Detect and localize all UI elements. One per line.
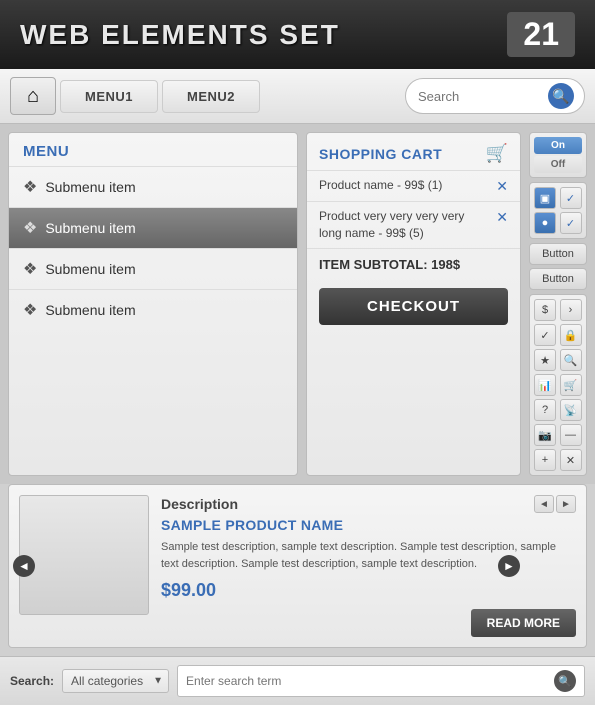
product-name: SAMPLE PRODUCT NAME: [161, 517, 576, 533]
product-desc-label: Description: [161, 496, 238, 512]
icon-chevron-right[interactable]: ›: [560, 299, 582, 321]
home-icon: ⌂: [27, 85, 39, 108]
widget-icons-group: ▣ ✓ ● ✓: [529, 182, 587, 239]
menu-item-label-3: Submenu item: [45, 261, 135, 277]
icon-plus[interactable]: +: [534, 449, 556, 471]
search-go-button[interactable]: 🔍: [554, 670, 576, 692]
menu-bullet-icon: ❖: [23, 177, 37, 197]
cart-item-1: Product name - 99$ (1) ✕: [307, 170, 520, 201]
widget-icon-circle[interactable]: ●: [534, 212, 556, 234]
widget-icon-check1[interactable]: ✓: [560, 187, 582, 209]
product-desc-header: Description ◄ ►: [161, 495, 576, 513]
menu-item-label-2: Submenu item: [45, 220, 135, 236]
toggle-group: On Off: [529, 132, 587, 178]
menu2-nav-item[interactable]: MENU2: [162, 80, 260, 113]
cart-item-2: Product very very very very long name - …: [307, 201, 520, 248]
search-icon[interactable]: 🔍: [548, 83, 574, 109]
cart-icon: 🛒: [486, 143, 508, 164]
button-group: Button Button: [529, 243, 587, 290]
small-button-2[interactable]: Button: [529, 268, 587, 290]
icon-camera[interactable]: 📷: [534, 424, 556, 446]
menu-item-2[interactable]: ❖ Submenu item: [9, 207, 297, 248]
widget-icon-square[interactable]: ▣: [534, 187, 556, 209]
navbar: ⌂ MENU1 MENU2 🔍: [0, 69, 595, 124]
search-bar-bottom: Search: All categories ▼ 🔍: [0, 656, 595, 705]
toggle-off-button[interactable]: Off: [534, 156, 582, 173]
product-price: $99.00: [161, 580, 576, 601]
menu-bullet-icon-2: ❖: [23, 218, 37, 238]
icon-cart[interactable]: 🛒: [560, 374, 582, 396]
header: WEB ELEMENTS SET 21: [0, 0, 595, 69]
product-nav-arrows: ◄ ►: [534, 495, 576, 513]
read-more-button[interactable]: READ MORE: [471, 609, 576, 637]
search-go-icon: 🔍: [558, 675, 572, 688]
icon-search[interactable]: 🔍: [560, 349, 582, 371]
search-bar: 🔍: [405, 78, 585, 114]
header-title: WEB ELEMENTS SET: [20, 19, 340, 51]
cart-item-text-1: Product name - 99$ (1): [319, 177, 490, 194]
menu-item-label-4: Submenu item: [45, 302, 135, 318]
icon-grid-1: $ › ✓ 🔒 ★ 🔍 📊 🛒 ? 📡 📷 — + ✕: [529, 294, 587, 476]
menu-panel: MENU ❖ Submenu item ❖ Submenu item ❖ Sub…: [8, 132, 298, 476]
icon-dollar[interactable]: $: [534, 299, 556, 321]
right-sidebar: On Off ▣ ✓ ● ✓ Button Button $ › ✓ 🔒 ★ 🔍…: [529, 132, 587, 476]
menu-item-4[interactable]: ❖ Submenu item: [9, 289, 297, 330]
menu1-nav-item[interactable]: MENU1: [60, 80, 158, 113]
prev-icon: ◄: [18, 559, 30, 573]
header-number: 21: [507, 12, 575, 57]
menu-bullet-icon-3: ❖: [23, 259, 37, 279]
product-arrow-right[interactable]: ►: [556, 495, 576, 513]
icon-close[interactable]: ✕: [560, 449, 582, 471]
icon-lock[interactable]: 🔒: [560, 324, 582, 346]
category-select-wrapper: All categories ▼: [62, 669, 169, 693]
menu-bullet-icon-4: ❖: [23, 300, 37, 320]
cart-remove-2[interactable]: ✕: [496, 209, 508, 226]
small-button-1[interactable]: Button: [529, 243, 587, 265]
main-content: MENU ❖ Submenu item ❖ Submenu item ❖ Sub…: [0, 124, 595, 484]
icon-minus[interactable]: —: [560, 424, 582, 446]
home-button[interactable]: ⌂: [10, 77, 56, 115]
toggle-on-button[interactable]: On: [534, 137, 582, 154]
cart-panel: SHOPPING CART 🛒 Product name - 99$ (1) ✕…: [306, 132, 521, 476]
cart-subtotal: ITEM SUBTOTAL: 198$: [307, 248, 520, 280]
product-image: [19, 495, 149, 615]
menu-item-3[interactable]: ❖ Submenu item: [9, 248, 297, 289]
product-next-button[interactable]: ►: [498, 555, 520, 577]
checkout-button[interactable]: CHECKOUT: [319, 288, 508, 325]
product-arrow-left[interactable]: ◄: [534, 495, 554, 513]
cart-title: SHOPPING CART: [319, 146, 442, 162]
icon-check[interactable]: ✓: [534, 324, 556, 346]
next-icon: ►: [503, 559, 515, 573]
menu-item-label-1: Submenu item: [45, 179, 135, 195]
search-input[interactable]: [418, 89, 548, 104]
menu-item-1[interactable]: ❖ Submenu item: [9, 166, 297, 207]
icon-question[interactable]: ?: [534, 399, 556, 421]
search-label: Search:: [10, 674, 54, 688]
product-prev-button[interactable]: ◄: [13, 555, 35, 577]
icon-chart[interactable]: 📊: [534, 374, 556, 396]
search-term-input[interactable]: [186, 674, 554, 688]
cart-item-text-2: Product very very very very long name - …: [319, 208, 490, 242]
category-select[interactable]: All categories: [62, 669, 169, 693]
icon-rss[interactable]: 📡: [560, 399, 582, 421]
widget-icon-check2[interactable]: ✓: [560, 212, 582, 234]
search-input-bar: 🔍: [177, 665, 585, 697]
menu-title: MENU: [9, 133, 297, 166]
cart-remove-1[interactable]: ✕: [496, 178, 508, 195]
icon-star[interactable]: ★: [534, 349, 556, 371]
cart-header: SHOPPING CART 🛒: [307, 133, 520, 170]
product-section: ◄ ► Description ◄ ► SAMPLE PRODUCT NAME …: [8, 484, 587, 648]
